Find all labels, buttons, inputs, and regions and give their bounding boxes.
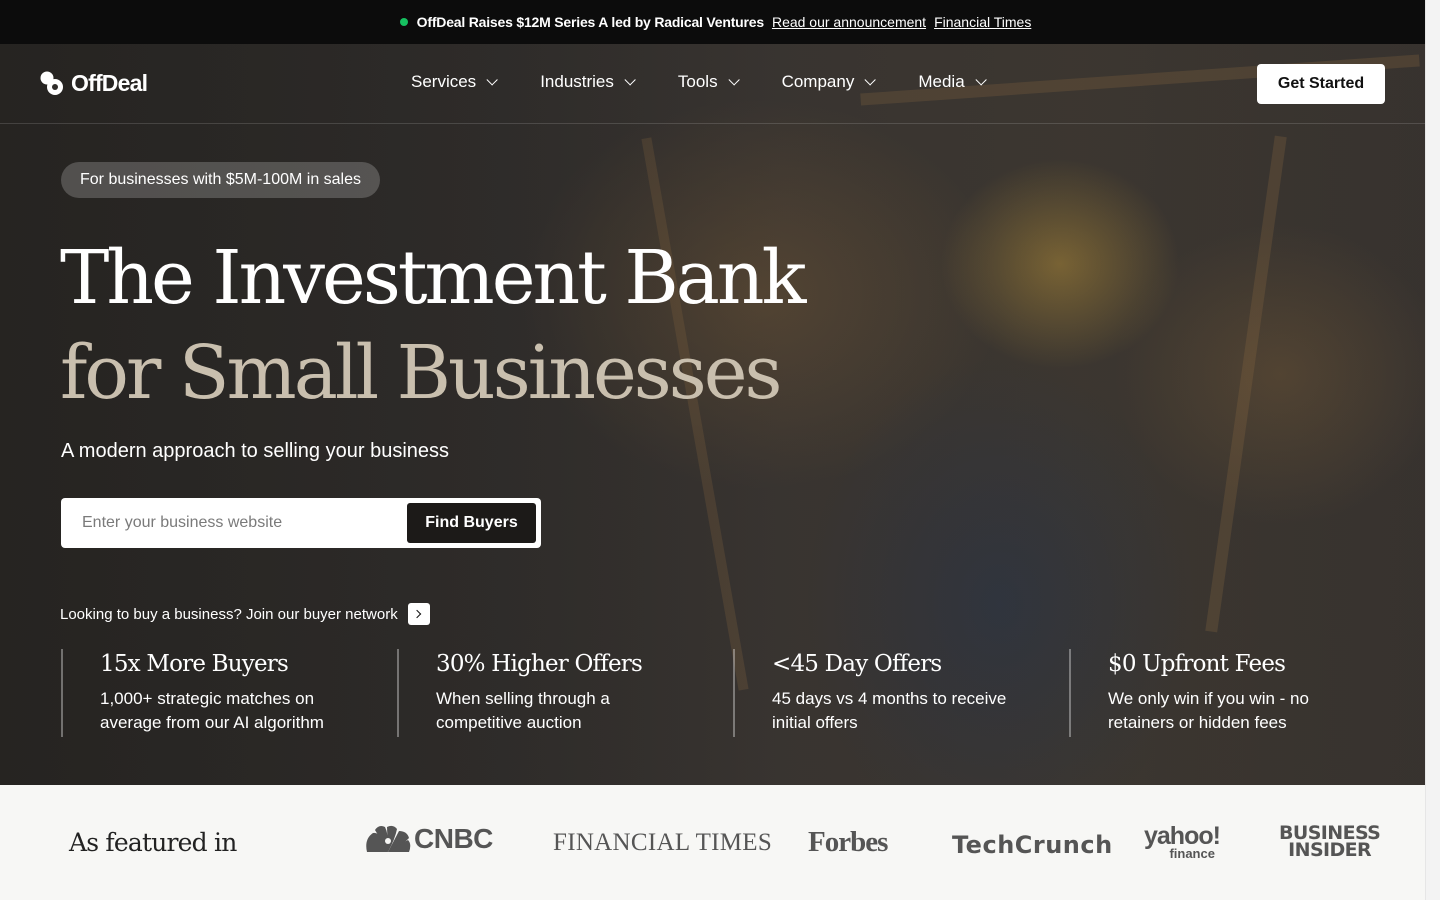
announcement-link[interactable]: Read our announcement bbox=[772, 14, 926, 30]
stat-title: 30% Higher Offers bbox=[436, 651, 643, 677]
cnbc-logo: CNBC bbox=[365, 823, 493, 855]
stat-item: $0 Upfront Fees We only win if you win -… bbox=[1069, 649, 1405, 737]
logo-text: OffDeal bbox=[71, 70, 148, 96]
bi-line2: INSIDER bbox=[1288, 839, 1372, 862]
top-nav: OffDeal Services Industries Tools Compan… bbox=[0, 44, 1425, 124]
stat-item: 30% Higher Offers When selling through a… bbox=[397, 649, 733, 737]
chevron-down-icon bbox=[975, 74, 987, 86]
techcrunch-logo: TechCrunch bbox=[952, 831, 1113, 859]
logo[interactable]: OffDeal bbox=[40, 70, 148, 97]
stat-description: When selling through a competitive aucti… bbox=[436, 689, 610, 732]
hero-title-line2: for Small Businesses bbox=[60, 330, 783, 416]
page-scrollbar[interactable] bbox=[1425, 0, 1440, 900]
find-buyers-button[interactable]: Find Buyers bbox=[407, 503, 536, 543]
nav-menu: Services Industries Tools Company Media bbox=[411, 72, 1029, 92]
chevron-down-icon bbox=[624, 74, 636, 86]
nav-item-label: Company bbox=[781, 72, 855, 91]
hero-title-line1: The Investment Bank bbox=[60, 235, 806, 321]
nav-item-media[interactable]: Media bbox=[918, 72, 987, 92]
stat-item: 15x More Buyers 1,000+ strategic matches… bbox=[61, 649, 397, 737]
chevron-down-icon bbox=[486, 74, 498, 86]
stat-description: 45 days vs 4 months to receive initial o… bbox=[772, 689, 1007, 732]
stat-title: 15x More Buyers bbox=[100, 651, 289, 677]
yahoo-finance-subtitle: finance bbox=[1169, 846, 1215, 861]
nav-item-label: Tools bbox=[677, 72, 718, 91]
hero-section: OffDeal Services Industries Tools Compan… bbox=[0, 44, 1425, 785]
cnbc-wordmark: CNBC bbox=[414, 823, 493, 854]
nav-item-label: Industries bbox=[540, 72, 614, 91]
announcement-bar: OffDeal Raises $12M Series A led by Radi… bbox=[0, 0, 1425, 44]
stat-title: $0 Upfront Fees bbox=[1108, 651, 1286, 677]
get-started-button[interactable]: Get Started bbox=[1257, 64, 1385, 104]
hero-subtitle: A modern approach to selling your busine… bbox=[61, 440, 450, 462]
buyer-network-label: Looking to buy a business? Join our buye… bbox=[60, 605, 398, 623]
buyer-network-link[interactable]: Looking to buy a business? Join our buye… bbox=[60, 603, 430, 625]
business-search-form: Find Buyers bbox=[61, 498, 541, 548]
announcement-headline: OffDeal Raises $12M Series A led by Radi… bbox=[416, 14, 764, 30]
nav-item-company[interactable]: Company bbox=[781, 72, 877, 92]
stat-title: <45 Day Offers bbox=[772, 651, 942, 677]
business-website-input[interactable] bbox=[61, 498, 401, 548]
logo-icon bbox=[40, 71, 64, 97]
status-dot-icon bbox=[399, 18, 408, 26]
nav-item-tools[interactable]: Tools bbox=[677, 72, 740, 92]
page: OffDeal Raises $12M Series A led by Radi… bbox=[0, 0, 1425, 900]
chevron-down-icon bbox=[728, 74, 740, 86]
nav-item-industries[interactable]: Industries bbox=[540, 72, 636, 92]
audience-badge: For businesses with $5M-100M in sales bbox=[61, 162, 381, 198]
business-insider-logo: BUSINESS INSIDER bbox=[1279, 823, 1381, 862]
forbes-logo: Forbes bbox=[808, 826, 888, 858]
arrow-right-icon bbox=[407, 603, 430, 625]
nav-item-label: Media bbox=[918, 72, 965, 91]
stat-item: <45 Day Offers 45 days vs 4 months to re… bbox=[733, 649, 1069, 737]
nav-item-services[interactable]: Services bbox=[411, 72, 498, 92]
stat-description: We only win if you win - no retainers or… bbox=[1108, 689, 1309, 732]
featured-label: As featured in bbox=[69, 828, 237, 857]
featured-section: As featured in CNBC FINANCIAL TIMES Forb… bbox=[0, 785, 1425, 900]
stats-row: 15x More Buyers 1,000+ strategic matches… bbox=[61, 649, 1405, 737]
financial-times-logo: FINANCIAL TIMES bbox=[553, 829, 773, 856]
financial-times-link[interactable]: Financial Times bbox=[934, 14, 1031, 30]
nav-item-label: Services bbox=[411, 72, 477, 91]
peacock-icon bbox=[365, 825, 411, 853]
yahoo-finance-logo: yahoo! finance bbox=[1144, 824, 1221, 861]
stat-description: 1,000+ strategic matches on average from… bbox=[100, 689, 324, 732]
chevron-down-icon bbox=[864, 74, 877, 86]
